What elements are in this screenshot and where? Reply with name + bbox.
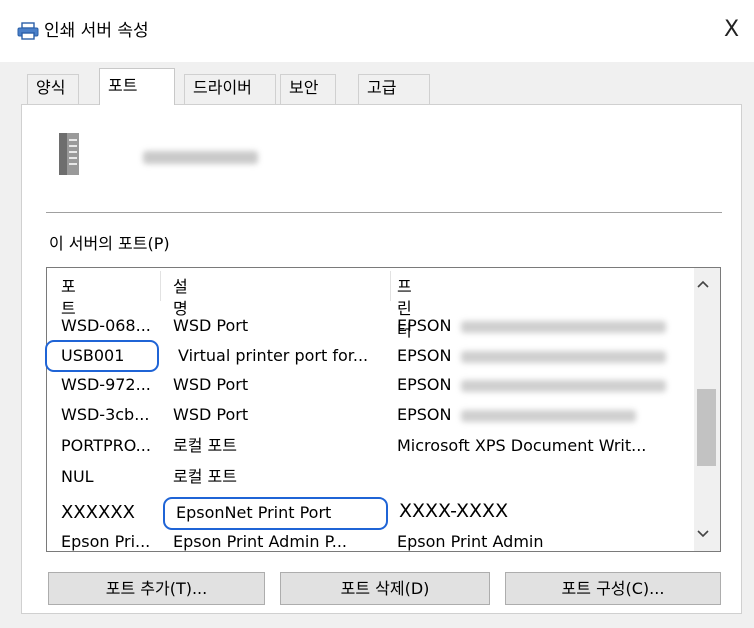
- highlight-epsonnet-print-port: [163, 497, 388, 530]
- server-name-redacted: [143, 151, 258, 164]
- tab-drivers[interactable]: 드라이버: [184, 74, 276, 104]
- configure-port-button[interactable]: 포트 구성(C)...: [505, 572, 721, 605]
- add-port-button[interactable]: 포트 추가(T)...: [48, 572, 265, 605]
- tab-security[interactable]: 보안: [280, 74, 336, 104]
- tab-ports[interactable]: 포트: [99, 68, 175, 105]
- scroll-up-icon[interactable]: [696, 278, 710, 293]
- tab-forms[interactable]: 양식: [27, 74, 79, 104]
- highlight-usb001: [45, 340, 159, 372]
- tab-advanced[interactable]: 고급: [358, 74, 430, 104]
- scrollbar-thumb[interactable]: [697, 389, 716, 466]
- server-icon: [59, 133, 79, 175]
- close-icon[interactable]: X: [724, 16, 739, 44]
- delete-port-button[interactable]: 포트 삭제(D): [280, 572, 490, 605]
- tab-label: 포트: [108, 76, 138, 95]
- divider: [46, 212, 722, 213]
- tab-label: 양식: [36, 78, 66, 97]
- scroll-down-icon[interactable]: [696, 528, 710, 543]
- tab-label: 드라이버: [193, 78, 252, 97]
- printer-cell[interactable]: Epson Print Admin: [397, 531, 544, 551]
- tab-label: 고급: [367, 78, 397, 97]
- port-cell[interactable]: Epson Pri...: [61, 531, 150, 551]
- description-cell[interactable]: Epson Print Admin P...: [173, 531, 347, 551]
- ports-section-label: 이 서버의 포트(P): [49, 234, 170, 253]
- tab-label: 보안: [289, 78, 319, 97]
- printer-icon: [17, 22, 39, 40]
- window-title: 인쇄 서버 속성: [44, 21, 149, 41]
